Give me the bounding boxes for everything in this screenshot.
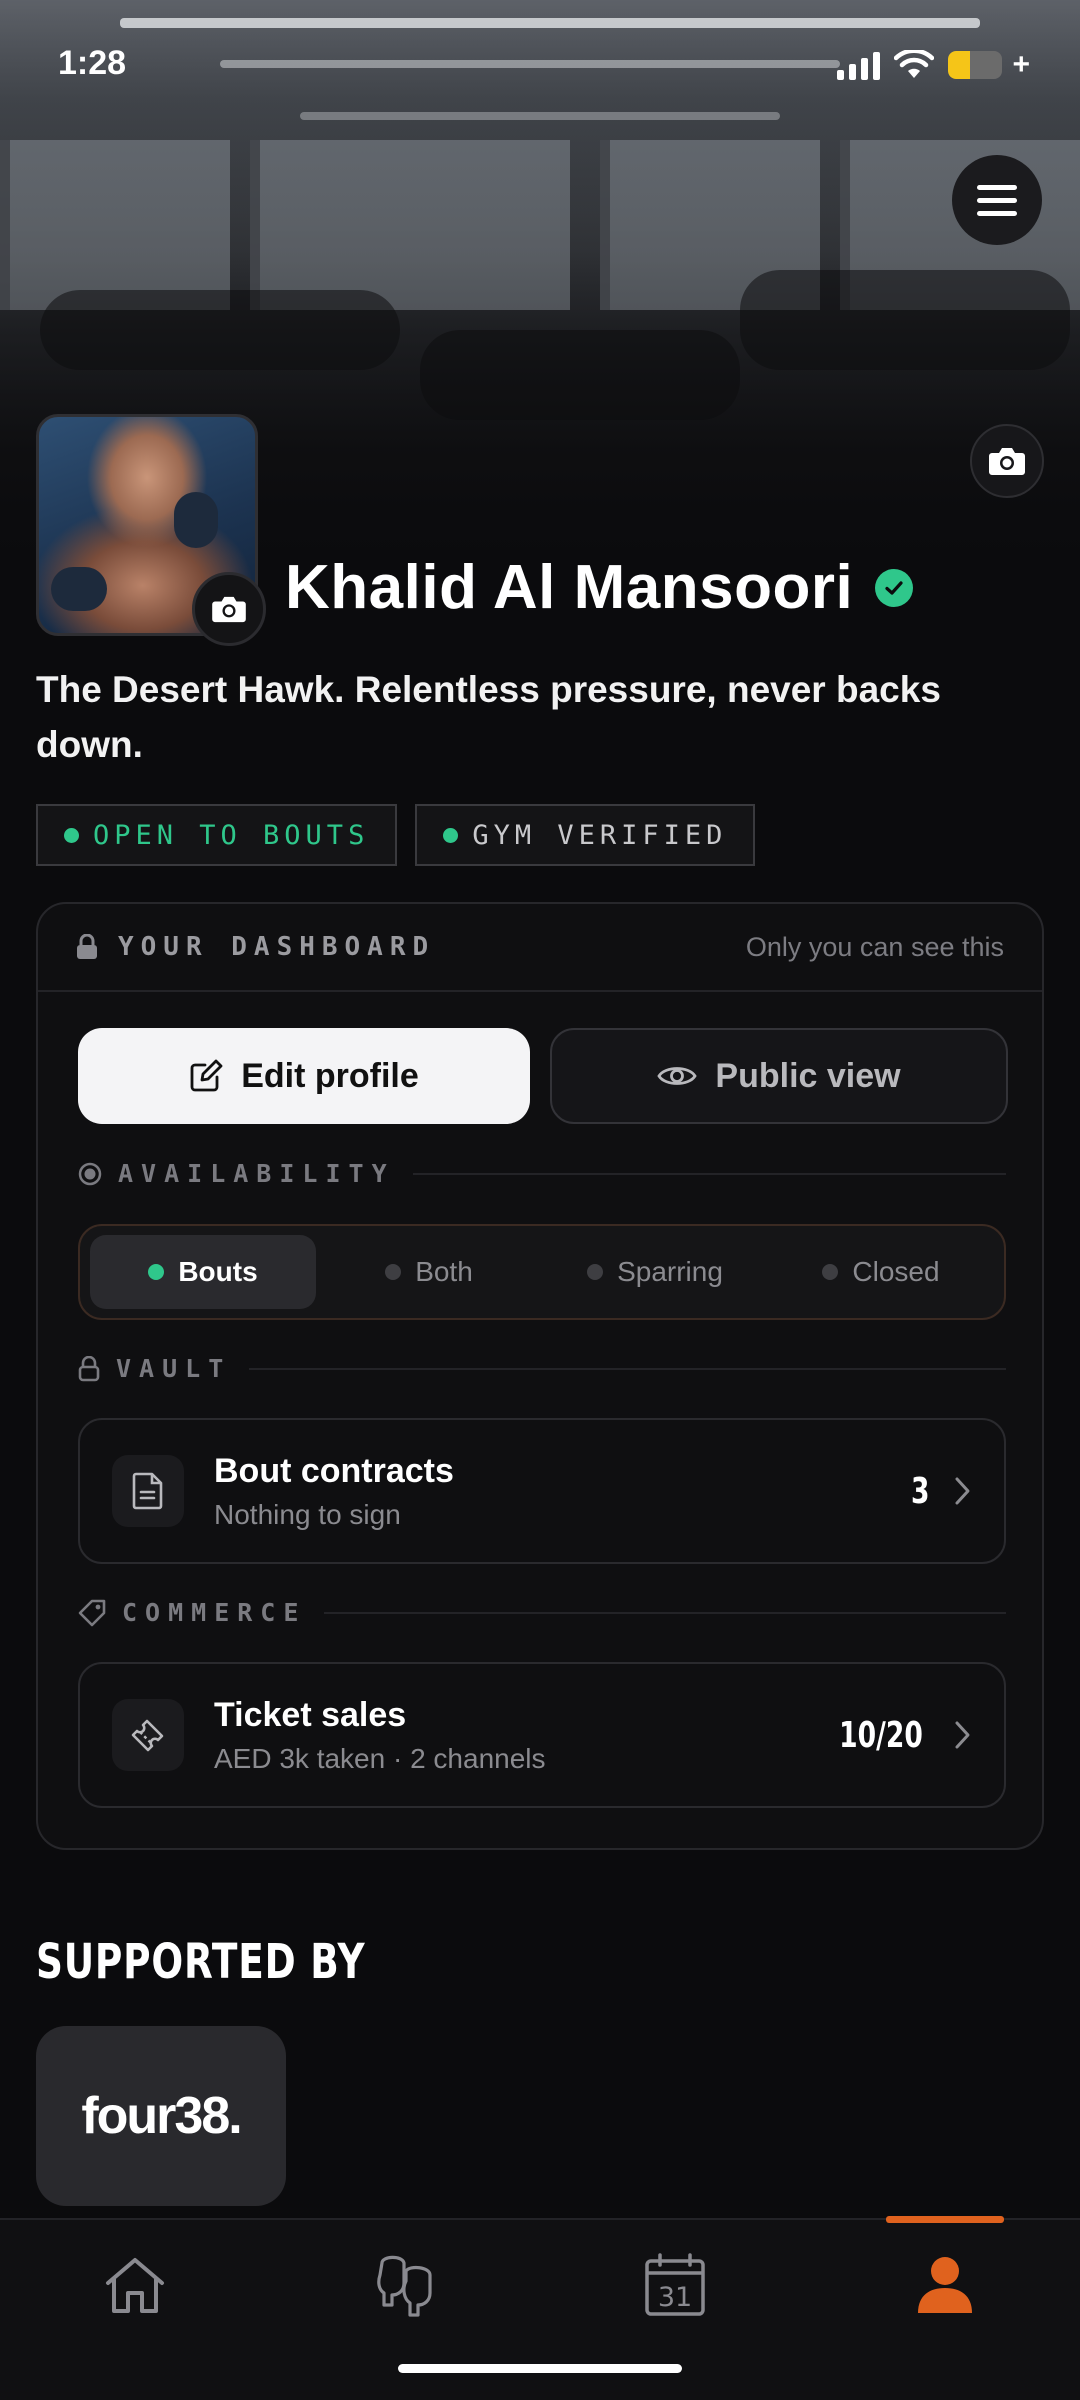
bout-contracts-row[interactable]: Bout contracts Nothing to sign 3	[78, 1418, 1006, 1564]
calendar-day: 31	[658, 2282, 692, 2313]
status-icons: +	[837, 48, 1030, 82]
charging-icon: +	[1012, 48, 1030, 81]
dashboard-header: YOUR DASHBOARD Only you can see this	[38, 904, 1042, 992]
nav-fights[interactable]	[270, 2220, 540, 2350]
tag-gym-verified: GYM VERIFIED	[415, 804, 756, 866]
public-view-button[interactable]: Public view	[550, 1028, 1008, 1124]
bout-contracts-subtitle: Nothing to sign	[214, 1498, 401, 1530]
home-indicator	[398, 2364, 682, 2373]
home-icon	[106, 2258, 164, 2313]
status-dot	[822, 1264, 839, 1280]
dashboard-card: YOUR DASHBOARD Only you can see this Edi…	[36, 902, 1044, 1850]
status-time: 1:28	[58, 44, 127, 82]
bout-contracts-count: 3	[911, 1470, 930, 1512]
tag-label: GYM VERIFIED	[472, 819, 728, 851]
sponsor-card[interactable]: four38.	[36, 2026, 286, 2206]
gym-figure	[420, 330, 740, 420]
ticket-sales-text: Ticket sales AED 3k taken · 2 channels	[214, 1696, 546, 1775]
vault-section-label: VAULT	[78, 1354, 1006, 1383]
ticket-sales-subtitle: AED 3k taken · 2 channels	[214, 1742, 546, 1774]
lock-icon	[78, 1355, 100, 1381]
divider	[412, 1172, 1006, 1175]
cellular-signal-icon	[837, 50, 881, 80]
profile-icon	[918, 2257, 972, 2313]
public-view-label: Public view	[715, 1056, 901, 1095]
calendar-icon: 31	[645, 2253, 705, 2316]
chevron-right-icon	[955, 1477, 970, 1505]
tag-label: OPEN TO BOUTS	[93, 819, 370, 851]
change-avatar-button[interactable]	[192, 572, 266, 646]
hamburger-line	[977, 210, 1017, 216]
gym-figure	[740, 270, 1070, 370]
availability-selector: Bouts Both Sparring Closed	[78, 1224, 1006, 1320]
radio-icon	[78, 1162, 102, 1185]
camera-icon	[212, 596, 246, 623]
ticket-sales-title: Ticket sales	[214, 1695, 407, 1734]
battery-icon	[948, 51, 1003, 79]
status-dot	[148, 1264, 165, 1280]
availability-section-label: AVAILABILITY	[78, 1159, 1006, 1188]
wifi-icon	[894, 50, 935, 78]
availability-option-sparring[interactable]: Sparring	[542, 1235, 768, 1309]
status-dot	[443, 827, 459, 843]
status-dot	[587, 1264, 604, 1280]
option-label: Bouts	[178, 1256, 258, 1287]
lock-icon	[77, 934, 97, 959]
option-label: Sparring	[617, 1256, 723, 1287]
option-label: Both	[415, 1256, 473, 1287]
bout-contracts-title: Bout contracts	[214, 1451, 454, 1490]
edit-profile-label: Edit profile	[241, 1056, 419, 1095]
availability-option-closed[interactable]: Closed	[768, 1235, 994, 1309]
menu-button[interactable]	[952, 155, 1042, 245]
gym-figure	[40, 290, 400, 370]
battery-fill	[948, 51, 971, 79]
document-icon	[112, 1455, 184, 1527]
status-dot	[385, 1264, 402, 1280]
window	[250, 140, 570, 310]
option-label: Closed	[852, 1256, 940, 1287]
bout-contracts-text: Bout contracts Nothing to sign	[214, 1452, 454, 1531]
sponsor-logo: four38.	[81, 2087, 242, 2145]
dashboard-title: YOUR DASHBOARD	[118, 932, 436, 962]
availability-option-both[interactable]: Both	[316, 1235, 542, 1309]
ticket-sales-count: 10/20	[839, 1714, 923, 1756]
eye-icon	[657, 1067, 698, 1085]
chevron-right-icon	[955, 1721, 970, 1749]
profile-name: Khalid Al Mansoori	[285, 553, 854, 622]
divider	[249, 1367, 1006, 1370]
ticket-sales-row[interactable]: Ticket sales AED 3k taken · 2 channels 1…	[78, 1662, 1006, 1808]
availability-label: AVAILABILITY	[118, 1159, 395, 1188]
hamburger-icon	[977, 184, 1017, 190]
camera-icon	[989, 448, 1025, 475]
nav-profile[interactable]	[810, 2220, 1080, 2350]
profile-name-row: Khalid Al Mansoori	[285, 552, 914, 623]
tag-open-to-bouts: OPEN TO BOUTS	[36, 804, 398, 866]
vault-label: VAULT	[116, 1354, 232, 1383]
change-cover-button[interactable]	[970, 424, 1044, 498]
window	[0, 140, 230, 310]
commerce-section-label: COMMERCE	[78, 1598, 1006, 1627]
hamburger-line	[977, 197, 1017, 203]
boxing-glove	[174, 492, 218, 548]
tag-icon	[78, 1599, 106, 1626]
profile-bio: The Desert Hawk. Relentless pressure, ne…	[36, 669, 941, 765]
supported-by-heading: SUPPORTED BY	[36, 1934, 366, 1990]
status-bar: 1:28 +	[0, 0, 1080, 130]
verified-badge-icon	[875, 568, 914, 607]
nav-home[interactable]	[0, 2220, 270, 2350]
ticket-icon	[112, 1699, 184, 1771]
status-dot	[64, 827, 79, 843]
boxing-glove	[51, 567, 107, 611]
availability-option-bouts[interactable]: Bouts	[90, 1235, 316, 1309]
commerce-label: COMMERCE	[122, 1598, 307, 1627]
profile-tags: OPEN TO BOUTS GYM VERIFIED	[36, 804, 756, 866]
dashboard-actions: Edit profile Public view	[78, 1028, 1008, 1124]
edit-icon	[190, 1059, 223, 1092]
edit-profile-button[interactable]: Edit profile	[78, 1028, 530, 1124]
divider	[324, 1611, 1006, 1614]
dashboard-privacy-note: Only you can see this	[745, 931, 1004, 962]
boxing-gloves-icon	[377, 2255, 432, 2317]
nav-calendar[interactable]: 31	[540, 2220, 810, 2350]
